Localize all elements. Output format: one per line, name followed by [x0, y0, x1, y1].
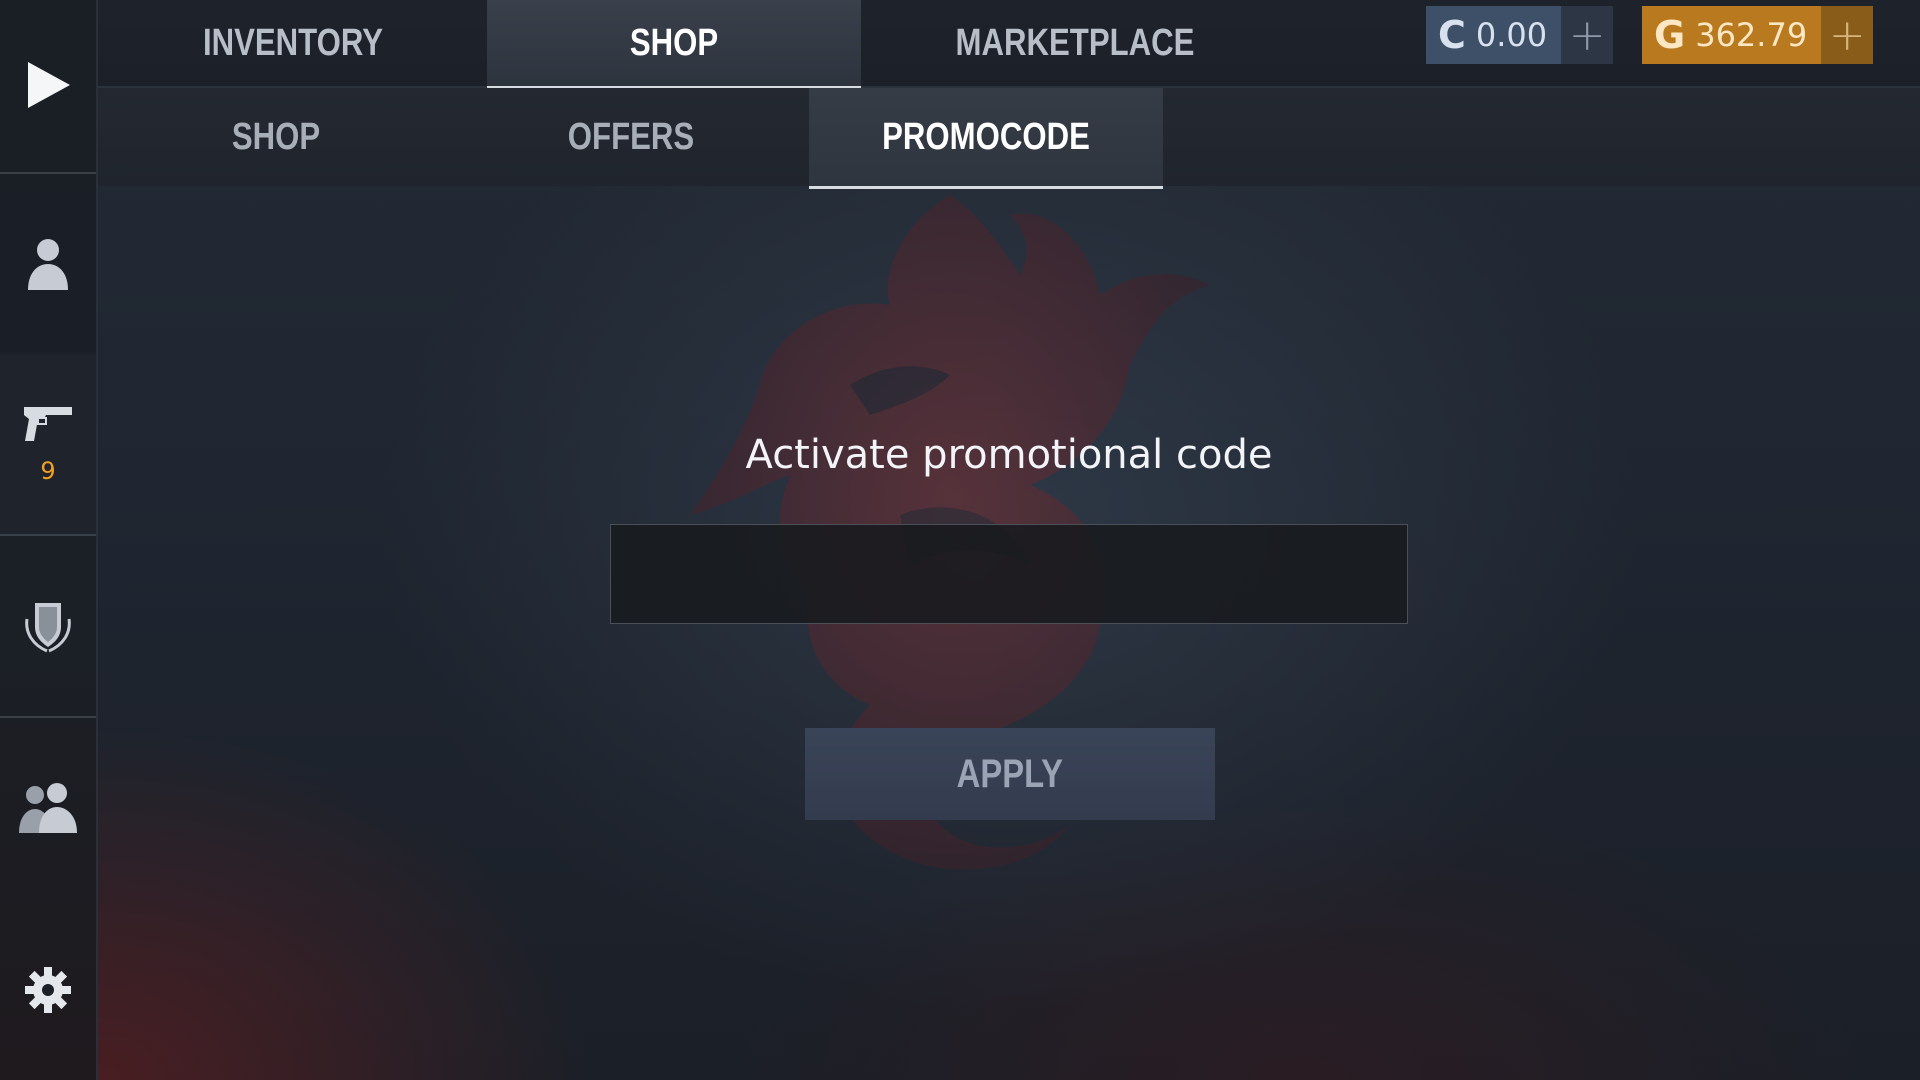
profile-icon: [28, 239, 68, 290]
silver-coin-icon: C: [1438, 13, 1466, 57]
play-icon: [28, 62, 70, 108]
clan-button[interactable]: [0, 536, 96, 716]
gold-coin-icon: G: [1654, 13, 1686, 57]
gold-currency: G 362.79 +: [1642, 6, 1874, 64]
gear-icon: [25, 967, 71, 1013]
tab-inventory[interactable]: INVENTORY: [141, 0, 444, 86]
friends-icon: [19, 783, 77, 833]
pistol-icon: [24, 407, 72, 441]
promocode-input[interactable]: [610, 524, 1408, 624]
subtab-shop[interactable]: SHOP: [130, 88, 422, 186]
profile-button[interactable]: [0, 174, 96, 354]
gold-balance: G 362.79: [1642, 6, 1822, 64]
promo-title: Activate promotional code: [745, 432, 1273, 478]
weapons-button[interactable]: 9: [0, 354, 96, 534]
subtab-offers[interactable]: OFFERS: [486, 88, 776, 186]
settings-button[interactable]: [0, 920, 96, 1060]
apply-button-label: APPLY: [956, 751, 1064, 796]
weapon-count: 9: [40, 457, 56, 485]
silver-amount: 0.00: [1475, 16, 1548, 54]
silver-currency: C 0.00 +: [1426, 6, 1614, 64]
friends-button[interactable]: [0, 718, 96, 898]
play-button[interactable]: [0, 0, 96, 170]
silver-balance: C 0.00: [1426, 6, 1562, 64]
clan-shield-icon: [25, 603, 71, 653]
tab-marketplace[interactable]: MARKETPLACE: [907, 0, 1243, 86]
gold-amount: 362.79: [1695, 16, 1808, 54]
add-silver-button[interactable]: +: [1561, 6, 1614, 64]
left-sidebar: 9: [0, 0, 98, 1080]
game-screen: 9 INVENTORY SHOP MARKETPLACE C 0.00 + G …: [0, 0, 1920, 1080]
subtab-promocode[interactable]: PROMOCODE: [841, 88, 1131, 186]
add-gold-button[interactable]: +: [1821, 6, 1874, 64]
apply-button[interactable]: APPLY: [805, 728, 1215, 820]
tab-shop[interactable]: SHOP: [521, 0, 828, 86]
